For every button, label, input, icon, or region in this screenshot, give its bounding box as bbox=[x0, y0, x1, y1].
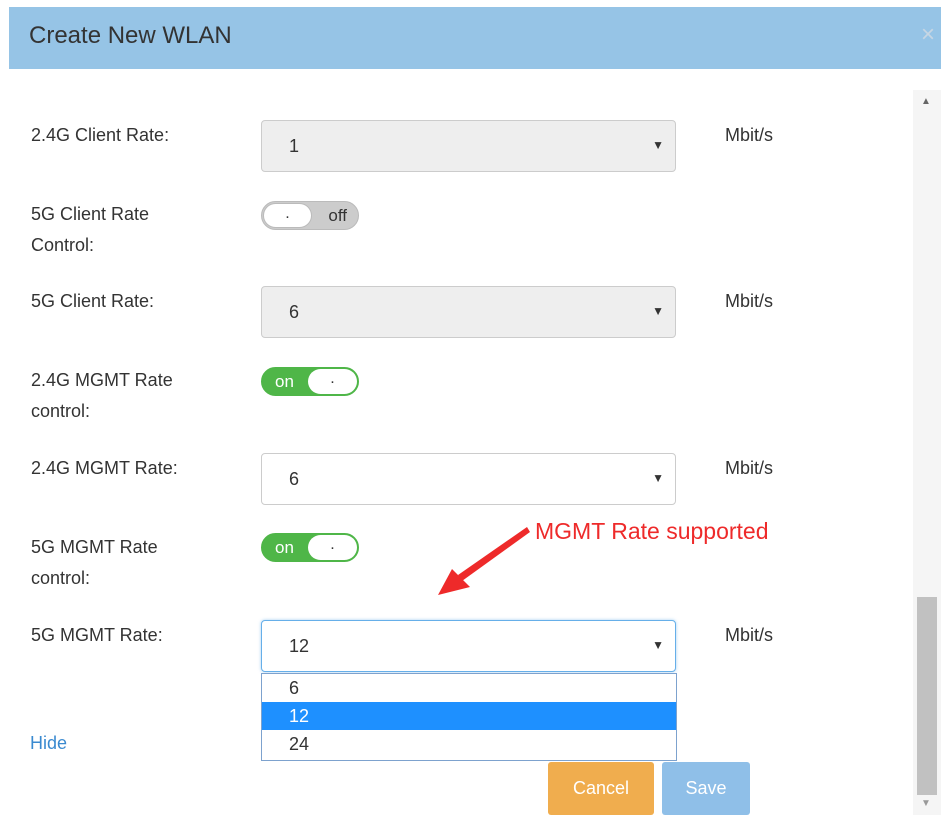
mgmt-rate-control-24-label-line2: control: bbox=[31, 401, 91, 421]
select-value: 6 bbox=[289, 302, 300, 322]
unit-label: Mbit/s bbox=[725, 458, 774, 478]
client-rate-24-label: 2.4G Client Rate: bbox=[31, 125, 170, 145]
option-6[interactable]: 6 bbox=[262, 674, 676, 702]
unit-label: Mbit/s bbox=[725, 125, 774, 145]
client-rate-control-5g-label-line2: Control: bbox=[31, 235, 95, 255]
option-24[interactable]: 24 bbox=[262, 730, 676, 758]
chevron-down-icon: ▼ bbox=[652, 138, 664, 152]
mgmt-rate-control-5g-label-line1: 5G MGMT Rate bbox=[31, 537, 158, 557]
toggle-knob: . bbox=[308, 369, 357, 394]
mgmt-rate-24-label: 2.4G MGMT Rate: bbox=[31, 458, 178, 478]
hide-link[interactable]: Hide bbox=[30, 733, 67, 754]
scroll-down-icon[interactable]: ▼ bbox=[921, 798, 931, 809]
option-12[interactable]: 12 bbox=[262, 702, 676, 730]
client-rate-24-select[interactable]: 1 ▼ bbox=[261, 120, 676, 172]
mgmt-rate-control-5g-toggle[interactable]: on . bbox=[261, 533, 359, 562]
toggle-state: off bbox=[328, 206, 347, 225]
mgmt-rate-5g-label: 5G MGMT Rate: bbox=[31, 625, 163, 645]
dialog-title: Create New WLAN bbox=[29, 22, 232, 49]
mgmt-rate-5g-select[interactable]: 12 ▼ bbox=[261, 620, 676, 672]
annotation-arrow bbox=[438, 527, 530, 595]
client-rate-5g-select[interactable]: 6 ▼ bbox=[261, 286, 676, 338]
create-wlan-dialog: Create New WLAN × 2.4G Client Rate: 1 ▼ … bbox=[0, 0, 941, 815]
toggle-knob: . bbox=[263, 203, 312, 228]
select-value: 6 bbox=[289, 469, 300, 489]
chevron-down-icon: ▼ bbox=[652, 304, 664, 318]
toggle-state: on bbox=[275, 538, 294, 557]
scroll-thumb[interactable] bbox=[917, 597, 937, 795]
client-rate-5g-label: 5G Client Rate: bbox=[31, 291, 155, 311]
client-rate-control-5g-toggle[interactable]: . off bbox=[261, 201, 359, 230]
mgmt-rate-control-5g-label-line2: control: bbox=[31, 568, 91, 588]
scrollbar[interactable]: ▲ ▼ bbox=[913, 90, 941, 815]
toggle-state: on bbox=[275, 372, 294, 391]
save-button[interactable]: Save bbox=[662, 762, 750, 815]
select-value: 1 bbox=[289, 136, 300, 156]
cancel-button[interactable]: Cancel bbox=[548, 762, 654, 815]
chevron-down-icon: ▼ bbox=[652, 638, 664, 652]
annotation-text: MGMT Rate supported bbox=[535, 518, 769, 544]
chevron-down-icon: ▼ bbox=[652, 471, 664, 485]
select-value: 12 bbox=[289, 636, 310, 656]
dialog-header: Create New WLAN × bbox=[9, 7, 941, 69]
mgmt-rate-24-select[interactable]: 6 ▼ bbox=[261, 453, 676, 505]
mgmt-rate-control-24-toggle[interactable]: on . bbox=[261, 367, 359, 396]
toggle-knob: . bbox=[308, 535, 357, 560]
mgmt-rate-5g-options: 6 12 24 bbox=[261, 673, 677, 761]
close-icon[interactable]: × bbox=[921, 21, 935, 49]
client-rate-control-5g-label-line1: 5G Client Rate bbox=[31, 204, 150, 224]
scroll-up-icon[interactable]: ▲ bbox=[921, 96, 931, 107]
unit-label: Mbit/s bbox=[725, 625, 774, 645]
unit-label: Mbit/s bbox=[725, 291, 774, 311]
mgmt-rate-control-24-label-line1: 2.4G MGMT Rate bbox=[31, 370, 173, 390]
